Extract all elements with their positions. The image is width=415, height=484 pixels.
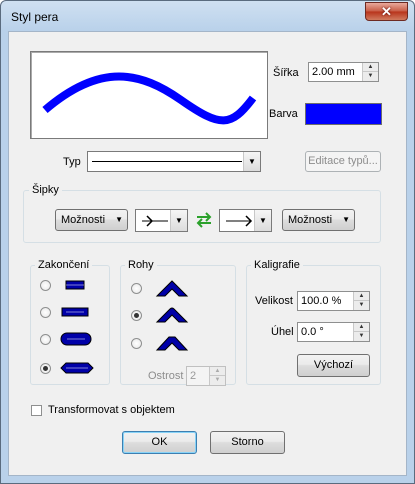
calligraphy-size-value: 100.0 % (301, 295, 342, 307)
color-swatch[interactable] (305, 103, 382, 125)
right-arrow-options-label: Možnosti (288, 214, 333, 226)
arrows-group-title: Šipky (29, 184, 62, 196)
swap-arrows-icon[interactable] (195, 212, 213, 228)
angle-up-icon[interactable]: ▲ (354, 323, 369, 332)
end-arrow-chevron-icon[interactable]: ▼ (254, 210, 271, 231)
width-value: 2.00 mm (312, 66, 355, 78)
round-cap-icon (60, 332, 92, 346)
preview-stroke (42, 72, 257, 125)
pen-preview (30, 51, 268, 139)
right-arrow-options-button[interactable]: Možnosti ▼ (282, 209, 355, 231)
butt-cap-icon (65, 280, 85, 290)
endings-group-title: Zakončení (35, 259, 93, 271)
square-cap-icon (61, 307, 89, 317)
sharpness-down-icon[interactable]: ▼ (210, 376, 225, 385)
start-arrow-icon (142, 215, 168, 227)
ending-radio-square[interactable] (40, 307, 51, 318)
sharpness-label: Ostrost (148, 370, 184, 382)
start-arrow-combo[interactable]: ▼ (135, 209, 188, 232)
calligraphy-angle-spinner[interactable]: 0.0 ° ▲ ▼ (297, 322, 370, 342)
width-down-icon[interactable]: ▼ (363, 72, 378, 81)
corners-group-title: Rohy (125, 259, 157, 271)
miter-corner-icon (155, 280, 189, 297)
sharpness-value: 2 (190, 370, 197, 382)
bevel-corner-icon (155, 336, 189, 351)
default-calligraphy-button[interactable]: Výchozí (297, 354, 370, 377)
calligraphy-size-label: Velikost (255, 295, 293, 307)
pointed-cap-icon (60, 362, 94, 374)
start-arrow-chevron-icon[interactable]: ▼ (170, 210, 187, 231)
size-up-icon[interactable]: ▲ (354, 292, 369, 301)
calligraphy-angle-value: 0.0 ° (301, 326, 324, 338)
dialog-window: Styl pera ✕ Šířka 2.00 mm ▲ ▼ Barva Typ (0, 0, 415, 484)
calligraphy-angle-label: Úhel (271, 326, 294, 338)
end-arrow-combo[interactable]: ▼ (219, 209, 272, 232)
sharpness-up-icon[interactable]: ▲ (210, 367, 225, 376)
ending-radio-pointed[interactable] (40, 363, 51, 374)
left-options-chevron-icon: ▼ (115, 215, 123, 224)
angle-down-icon[interactable]: ▼ (354, 332, 369, 341)
round-corner-icon (155, 307, 189, 323)
calligraphy-group-title: Kaligrafie (251, 259, 303, 271)
left-arrow-options-label: Možnosti (61, 214, 106, 226)
end-arrow-icon (226, 215, 253, 227)
cancel-button[interactable]: Storno (210, 431, 285, 454)
ending-radio-butt[interactable] (40, 280, 51, 291)
chevron-down-icon[interactable]: ▼ (243, 152, 260, 171)
width-up-icon[interactable]: ▲ (363, 63, 378, 72)
ending-radio-round[interactable] (40, 334, 51, 345)
calligraphy-size-spinner[interactable]: 100.0 % ▲ ▼ (297, 291, 370, 311)
corner-radio-round[interactable] (131, 310, 142, 321)
width-spinner[interactable]: 2.00 mm ▲ ▼ (308, 62, 379, 82)
size-down-icon[interactable]: ▼ (354, 301, 369, 310)
line-type-solid (92, 161, 242, 162)
color-label: Barva (269, 108, 298, 120)
transform-label: Transformovat s objektem (48, 404, 175, 416)
right-options-chevron-icon: ▼ (342, 215, 350, 224)
dialog-body: Šířka 2.00 mm ▲ ▼ Barva Typ ▼ Editace ty… (8, 31, 407, 476)
left-arrow-options-button[interactable]: Možnosti ▼ (55, 209, 128, 231)
title-bar[interactable]: Styl pera ✕ (1, 1, 414, 31)
window-title: Styl pera (11, 10, 59, 24)
width-label: Šířka (273, 67, 299, 79)
type-label: Typ (63, 156, 81, 168)
ok-button[interactable]: OK (122, 431, 197, 454)
corner-radio-bevel[interactable] (131, 338, 142, 349)
sharpness-spinner[interactable]: 2 ▲ ▼ (186, 366, 226, 386)
edit-types-button[interactable]: Editace typů... (305, 151, 381, 172)
close-button[interactable]: ✕ (365, 2, 408, 21)
type-combo[interactable]: ▼ (87, 151, 261, 172)
close-icon: ✕ (381, 4, 392, 19)
transform-checkbox[interactable] (31, 405, 42, 416)
corner-radio-miter[interactable] (131, 283, 142, 294)
